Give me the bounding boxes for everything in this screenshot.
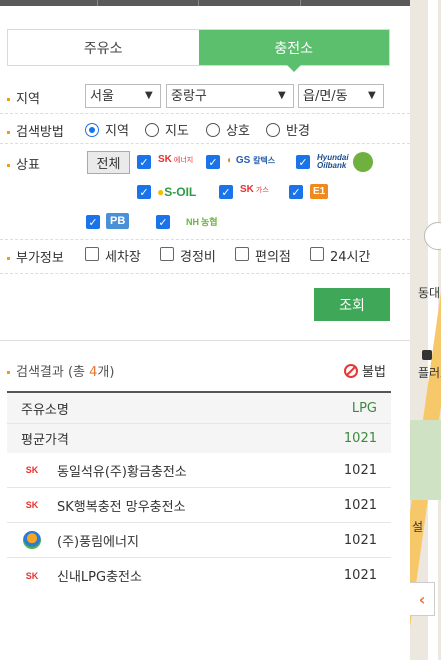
car-wash-label: 세차장: [105, 250, 141, 265]
top-bar: [0, 0, 410, 6]
divider: [0, 273, 410, 274]
radio-name[interactable]: 상호: [206, 120, 250, 139]
gu-select[interactable]: 중랑구: [166, 84, 294, 108]
e1-logo: [19, 529, 45, 551]
checkbox-maintenance[interactable]: [160, 247, 174, 261]
checkbox-sk-energy[interactable]: ✓: [137, 155, 151, 169]
sk-energy-logo: SK: [25, 570, 39, 581]
table-row[interactable]: SK 신내LPG충전소 1021: [7, 558, 391, 593]
region-label: 지역: [7, 88, 40, 107]
tab-gas-station[interactable]: 주유소: [8, 30, 199, 65]
map-compass[interactable]: [424, 222, 441, 250]
dong-select[interactable]: 읍/면/동: [298, 84, 384, 108]
map-label: 동대: [418, 286, 441, 300]
result-summary: 검색결과 (총 4개): [7, 361, 114, 380]
nh-logo: NH 농협: [186, 216, 218, 228]
checkbox-hyundai-oilbank[interactable]: ✓: [296, 155, 310, 169]
gs-caltex-logo: ◐ GS 칼텍스: [227, 155, 276, 166]
column-name-header[interactable]: 주유소명: [21, 399, 69, 418]
map-label: 플러스: [418, 366, 441, 380]
illegal-report-button[interactable]: 불법: [344, 361, 386, 380]
station-name[interactable]: 신내LPG충전소: [57, 566, 337, 585]
table-row[interactable]: SK SK행복충전 망우충전소 1021: [7, 488, 391, 523]
sk-energy-logo: SK 에너지: [158, 154, 194, 165]
map-park: [410, 420, 441, 500]
station-price: 1021: [343, 497, 377, 513]
column-lpg-header[interactable]: LPG: [352, 401, 377, 416]
collapse-panel-button[interactable]: ‹: [410, 582, 435, 616]
search-button[interactable]: 조회: [314, 288, 390, 321]
table-row[interactable]: (주)풍림에너지 1021: [7, 523, 391, 558]
pb-logo: PB: [106, 213, 130, 229]
divider: [0, 239, 410, 240]
radio-radius[interactable]: 반경: [266, 120, 310, 139]
hyundai-oilbank-logo: Hyundai Oilbank: [317, 152, 373, 172]
table-header: 주유소명 LPG: [7, 391, 391, 423]
extra-info-label: 부가정보: [7, 247, 64, 266]
maintenance-label: 경정비: [180, 250, 216, 265]
checkbox-s-oil[interactable]: ✓: [137, 185, 151, 199]
e1-logo: E1: [310, 184, 329, 199]
average-price-row: 평균가격 1021: [7, 423, 391, 453]
table-row[interactable]: SK 동일석유(주)황금충전소 1021: [7, 453, 391, 488]
station-price: 1021: [343, 532, 377, 548]
s-oil-logo: ● S-OIL: [157, 185, 197, 199]
checkbox-convenience-store[interactable]: [235, 247, 249, 261]
station-name[interactable]: (주)풍림에너지: [57, 531, 337, 550]
divider: [0, 143, 410, 144]
sk-gas-logo: SK 가스: [240, 184, 269, 195]
sk-gas-logo: SK: [25, 500, 39, 510]
24-hours-label: 24시간: [330, 250, 371, 265]
search-method-label: 검색방법: [7, 121, 64, 140]
average-price-value: 1021: [343, 431, 377, 446]
checkbox-sk-gas[interactable]: ✓: [219, 185, 233, 199]
sk-energy-logo: SK: [25, 465, 39, 475]
checkbox-nh[interactable]: ✓: [156, 215, 170, 229]
convenience-store-label: 편의점: [255, 250, 291, 265]
checkbox-pb[interactable]: ✓: [86, 215, 100, 229]
divider: [0, 113, 410, 114]
results-table: 주유소명 LPG 평균가격 1021 SK 동일석유(주)황금충전소 1021 …: [7, 391, 391, 593]
station-price: 1021: [343, 568, 377, 583]
checkbox-24-hours[interactable]: [310, 247, 324, 261]
section-separator: [0, 340, 410, 341]
station-name[interactable]: SK행복충전 망우충전소: [57, 496, 337, 515]
radio-region[interactable]: 지역: [85, 120, 129, 139]
checkbox-e1[interactable]: ✓: [289, 185, 303, 199]
radio-map[interactable]: 지도: [145, 120, 189, 139]
search-panel: 주유소 충전소 지역 서울 ▼ 중랑구 ▼ 읍/면/동 ▼ 검색방법 지역 지도…: [0, 0, 410, 660]
map-label: 설: [412, 520, 424, 534]
station-name[interactable]: 동일석유(주)황금충전소: [57, 461, 337, 480]
checkbox-gs-caltex[interactable]: ✓: [206, 155, 220, 169]
select-all-brands-button[interactable]: 전체: [87, 151, 130, 174]
sido-select[interactable]: 서울: [85, 84, 161, 108]
station-price: 1021: [343, 462, 377, 478]
subway-icon: [422, 350, 432, 360]
average-price-label: 평균가격: [21, 433, 69, 448]
map-area[interactable]: 동대 플러스 설: [410, 0, 441, 660]
chevron-left-icon: ‹: [418, 589, 426, 609]
checkbox-car-wash[interactable]: [85, 247, 99, 261]
tab-charging-station[interactable]: 충전소: [198, 30, 389, 72]
station-type-tabs: 주유소 충전소: [7, 29, 390, 72]
brand-label: 상표: [7, 154, 40, 173]
prohibited-icon: [344, 363, 358, 378]
